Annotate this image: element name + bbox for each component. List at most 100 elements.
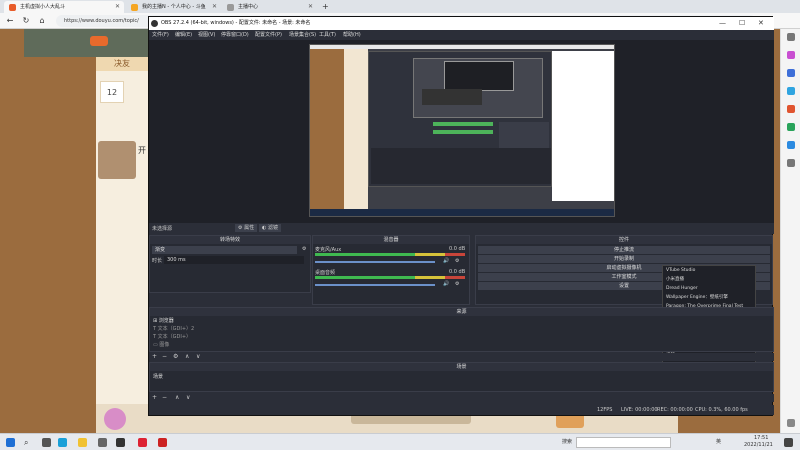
- close-tab-icon[interactable]: ✕: [115, 1, 120, 13]
- app-red-icon[interactable]: [158, 438, 167, 447]
- obs-window: OBS 27.2.4 (64-bit, windows) - 配置文件: 未命名…: [148, 16, 774, 416]
- menu-scene-collection[interactable]: 场景集合(S): [289, 30, 316, 40]
- context-menu-item[interactable]: Dread Hunger: [666, 286, 698, 292]
- speaker-icon[interactable]: 🔊: [443, 281, 449, 287]
- properties-button[interactable]: ⚙ 属性: [235, 224, 258, 232]
- new-tab-button[interactable]: +: [322, 0, 329, 13]
- page-count-badge[interactable]: 12: [100, 81, 124, 103]
- douyu-icon[interactable]: [138, 438, 147, 447]
- filters-button[interactable]: ◐ 滤镜: [259, 224, 281, 232]
- minimize-icon[interactable]: —: [719, 17, 726, 30]
- transitions-dock-title: 转场特效: [150, 236, 310, 244]
- remove-scene-icon[interactable]: −: [162, 394, 167, 402]
- mixer-meter-yellow: [415, 253, 445, 256]
- favorites-icon[interactable]: [787, 51, 795, 59]
- duration-label: 时长: [152, 258, 163, 264]
- logo-badge-icon: [90, 36, 108, 46]
- duration-input[interactable]: 300 ms: [164, 256, 304, 264]
- stop-streaming-button[interactable]: 停止推流: [478, 246, 770, 254]
- page-side-text: 开: [138, 146, 146, 155]
- close-icon[interactable]: ✕: [758, 17, 764, 30]
- nested-meter: [433, 122, 493, 126]
- mixer-channel-name: 桌面音频: [315, 270, 336, 276]
- mixer-meter-green: [315, 276, 415, 279]
- mixer-meter-red: [445, 276, 465, 279]
- tab-anchor-center[interactable]: 主播中心 ✕: [222, 1, 317, 13]
- menu-help[interactable]: 帮助(H): [343, 30, 361, 40]
- shopping-icon[interactable]: [787, 69, 795, 77]
- add-source-icon[interactable]: +: [152, 353, 157, 361]
- taskbar-search-input[interactable]: [576, 437, 671, 448]
- source-item[interactable]: ⊞ 浏览器: [153, 317, 174, 324]
- tab-label: 主机虚拟小人大乱斗: [20, 4, 66, 10]
- scene-up-icon[interactable]: ∧: [175, 394, 179, 402]
- tab-label: 主播中心: [238, 4, 259, 10]
- edge-icon[interactable]: [58, 438, 67, 447]
- search-icon[interactable]: ⌕: [24, 438, 33, 447]
- obs-taskbar-icon[interactable]: [116, 438, 125, 447]
- home-icon[interactable]: ⌂: [36, 15, 48, 27]
- menu-docks[interactable]: 停靠窗口(D): [221, 30, 249, 40]
- scene-down-icon[interactable]: ∨: [186, 394, 190, 402]
- streamer-avatar[interactable]: [98, 141, 136, 179]
- menu-tools[interactable]: 工具(T): [319, 30, 336, 40]
- mixer-settings-icon[interactable]: ⚙: [455, 281, 459, 287]
- notification-icon[interactable]: [784, 438, 793, 447]
- mixer-settings-icon[interactable]: ⚙: [455, 258, 459, 264]
- preview-canvas[interactable]: [309, 44, 615, 217]
- source-settings-icon[interactable]: ⚙: [173, 353, 178, 361]
- site-favicon-icon: [9, 4, 16, 11]
- mixer-dock: 混音器 麦克风/Aux 0.0 dB 🔊 ⚙ 桌面音频 0.0 dB 🔊 ⚙: [312, 235, 470, 305]
- context-menu-item[interactable]: VTube Studio: [666, 268, 695, 274]
- source-item[interactable]: T 文本（GDI+）2: [153, 325, 194, 332]
- source-item[interactable]: ▭ 图像: [153, 341, 169, 348]
- obs-menu-bar: 文件(F) 编辑(E) 视图(V) 停靠窗口(D) 配置文件(P) 场景集合(S…: [149, 30, 774, 40]
- nested-preview: [413, 58, 543, 118]
- explorer-icon[interactable]: [78, 438, 87, 447]
- language-indicator[interactable]: 英: [716, 438, 721, 445]
- office-icon[interactable]: [787, 105, 795, 113]
- transition-settings-icon[interactable]: ⚙: [302, 246, 306, 252]
- rec-time: REC: 00:00:00: [657, 407, 693, 413]
- settings-icon[interactable]: [787, 419, 795, 427]
- search-icon[interactable]: [787, 33, 795, 41]
- context-menu-item[interactable]: Wallpaper Engine：壁纸引擎: [666, 295, 728, 301]
- transition-type-select[interactable]: 渐变: [152, 246, 297, 254]
- back-icon[interactable]: ←: [4, 15, 16, 27]
- scene-item[interactable]: 场景: [153, 373, 163, 380]
- tab-huya[interactable]: 主机虚拟小人大乱斗 ✕: [4, 1, 124, 13]
- menu-profile[interactable]: 配置文件(P): [255, 30, 282, 40]
- outlook-icon[interactable]: [787, 141, 795, 149]
- close-tab-icon[interactable]: ✕: [212, 1, 217, 13]
- dropped-frames: 12FPS: [597, 407, 613, 413]
- remove-source-icon[interactable]: −: [162, 353, 167, 361]
- start-icon[interactable]: [6, 438, 15, 447]
- nested-content-column: [344, 49, 368, 209]
- mixer-volume-slider[interactable]: [315, 261, 435, 263]
- add-icon[interactable]: [787, 159, 795, 167]
- scenes-dock: 场景 场景: [149, 362, 774, 392]
- move-up-icon[interactable]: ∧: [185, 353, 189, 361]
- games-icon[interactable]: [787, 123, 795, 131]
- start-recording-button[interactable]: 开始录制: [478, 255, 770, 263]
- speaker-icon[interactable]: 🔊: [443, 258, 449, 264]
- mixer-volume-slider[interactable]: [315, 284, 435, 286]
- menu-edit[interactable]: 编辑(E): [175, 30, 192, 40]
- tools-icon[interactable]: [787, 87, 795, 95]
- app-icon[interactable]: [98, 438, 107, 447]
- close-tab-icon[interactable]: ✕: [308, 1, 313, 13]
- move-down-icon[interactable]: ∨: [196, 353, 200, 361]
- source-item[interactable]: T 文本（GDI+）: [153, 333, 191, 340]
- maximize-icon[interactable]: ☐: [739, 17, 745, 30]
- tab-douyu-center[interactable]: 我的主播N - 个人中心 - 斗鱼 ✕: [126, 1, 221, 13]
- search-box-label: 搜索: [562, 439, 573, 445]
- clock-date: 2022/11/21: [744, 442, 773, 448]
- task-view-icon[interactable]: [42, 438, 51, 447]
- menu-file[interactable]: 文件(F): [152, 30, 169, 40]
- add-scene-icon[interactable]: +: [152, 394, 157, 402]
- menu-view[interactable]: 视图(V): [198, 30, 215, 40]
- controls-dock-title: 控件: [476, 236, 772, 244]
- refresh-icon[interactable]: ↻: [20, 15, 32, 27]
- context-menu-item[interactable]: 小米直播: [666, 277, 684, 283]
- nested-right-panel: [552, 51, 614, 201]
